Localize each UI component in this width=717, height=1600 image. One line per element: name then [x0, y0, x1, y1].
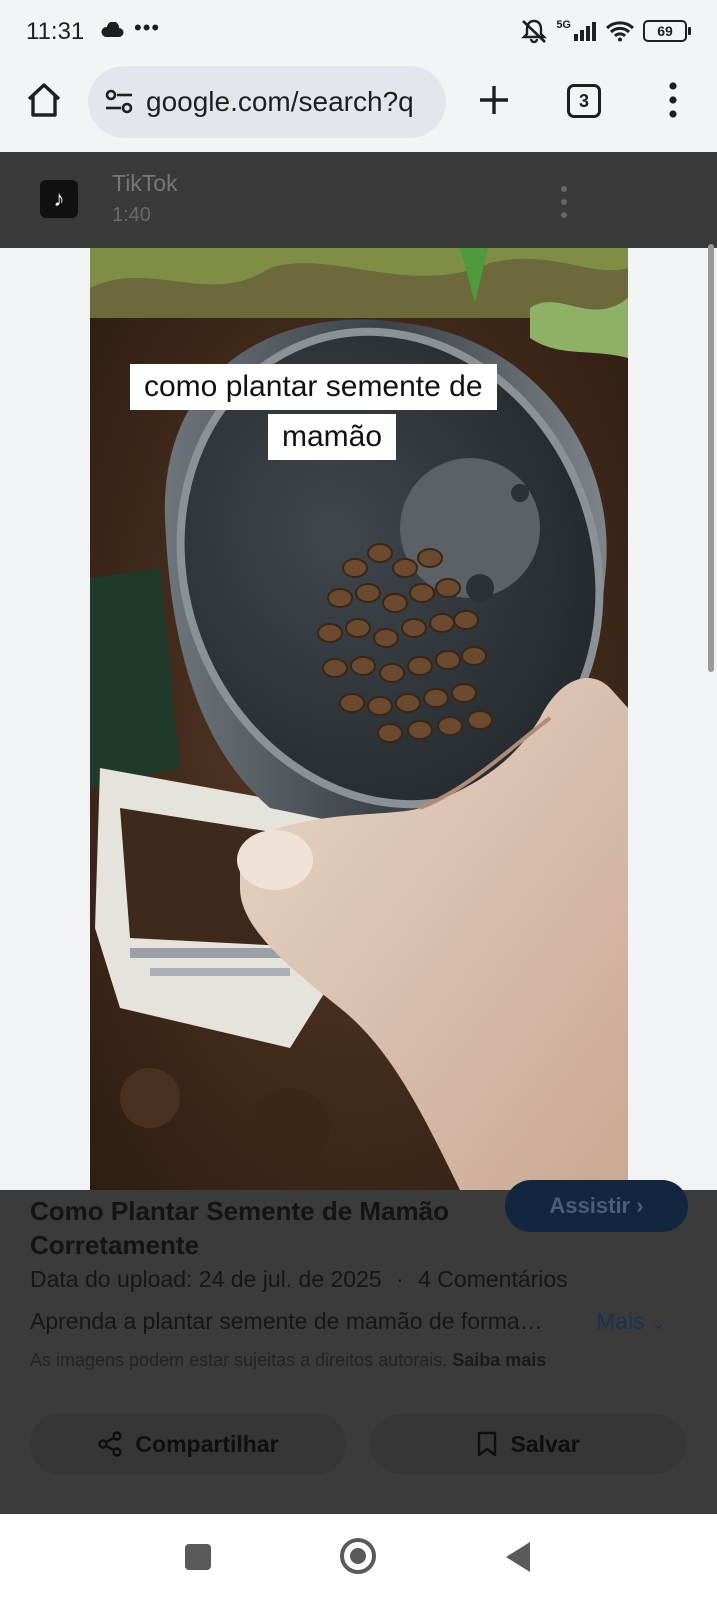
video-header: ♪ TikTok 1:40 — [0, 152, 717, 248]
video-source: TikTok — [112, 170, 178, 196]
nav-home-icon[interactable] — [340, 1538, 376, 1574]
save-button[interactable]: Salvar — [370, 1414, 686, 1474]
back-icon[interactable] — [506, 1542, 530, 1572]
new-tab-icon[interactable] — [474, 80, 514, 120]
chevron-down-icon: ⌄ — [650, 1313, 667, 1333]
site-settings-icon[interactable] — [104, 88, 134, 116]
upload-date: Data do upload: 24 de jul. de 2025 — [30, 1266, 382, 1292]
url-text: google.com/search?q — [146, 86, 414, 117]
more-label: Mais — [596, 1308, 645, 1334]
home-icon[interactable] — [24, 80, 64, 120]
chevron-right-icon: › — [636, 1193, 644, 1218]
tab-switcher-button[interactable]: 3 — [567, 84, 601, 118]
comment-count: 4 Comentários — [418, 1266, 568, 1292]
cloud-icon — [101, 22, 124, 37]
result-description: Aprenda a plantar semente de mamão de fo… — [30, 1308, 543, 1334]
share-label: Compartilhar — [135, 1430, 279, 1457]
video-caption-line-1: como plantar semente de — [130, 364, 497, 410]
search-result-page: ♪ TikTok 1:40 como plantar semente de ma… — [0, 152, 717, 1514]
battery-icon: 69 — [643, 20, 691, 42]
share-button[interactable]: Compartilhar — [30, 1414, 346, 1474]
copyright-text: As imagens podem estar sujeitas a direit… — [30, 1350, 448, 1370]
save-label: Salvar — [510, 1430, 580, 1457]
video-more-icon[interactable] — [554, 184, 574, 220]
network-type: 5G — [556, 19, 571, 31]
more-toggle[interactable]: Mais ⌄ — [596, 1308, 666, 1335]
status-icons: 5G 69 — [520, 18, 691, 44]
viewer-scrollbar[interactable] — [708, 244, 714, 672]
video-player[interactable]: como plantar semente de mamão — [90, 248, 628, 1190]
wifi-icon — [605, 21, 635, 42]
video-duration: 1:40 — [112, 204, 151, 226]
address-bar[interactable]: google.com/search?q — [88, 66, 446, 138]
browser-menu-icon[interactable] — [658, 78, 688, 122]
watch-button-label: Assistir — [549, 1193, 631, 1218]
copyright-notice: As imagens podem estar sujeitas a direit… — [30, 1350, 546, 1371]
browser-toolbar: google.com/search?q 3 — [0, 64, 717, 152]
result-meta: Data do upload: 24 de jul. de 2025 · 4 C… — [30, 1266, 568, 1293]
share-icon — [98, 1431, 123, 1457]
result-title[interactable]: Como Plantar Semente de Mamão Corretamen… — [30, 1194, 450, 1262]
video-caption-line-2: mamão — [268, 414, 397, 460]
clock: 11:31 — [26, 18, 85, 45]
learn-more-link[interactable]: Saiba mais — [452, 1350, 546, 1370]
mute-bell-icon — [521, 19, 548, 44]
system-nav-bar — [0, 1514, 717, 1600]
status-bar: 11:31 ••• 5G 69 — [0, 0, 717, 64]
bookmark-icon — [478, 1431, 497, 1457]
signal-icon — [574, 22, 596, 41]
recents-icon[interactable] — [185, 1544, 211, 1570]
watch-button[interactable]: Assistir › — [505, 1180, 688, 1232]
meta-separator: · — [396, 1266, 404, 1292]
more-notifications-icon: ••• — [134, 15, 161, 40]
tiktok-logo-icon: ♪ — [40, 180, 78, 218]
